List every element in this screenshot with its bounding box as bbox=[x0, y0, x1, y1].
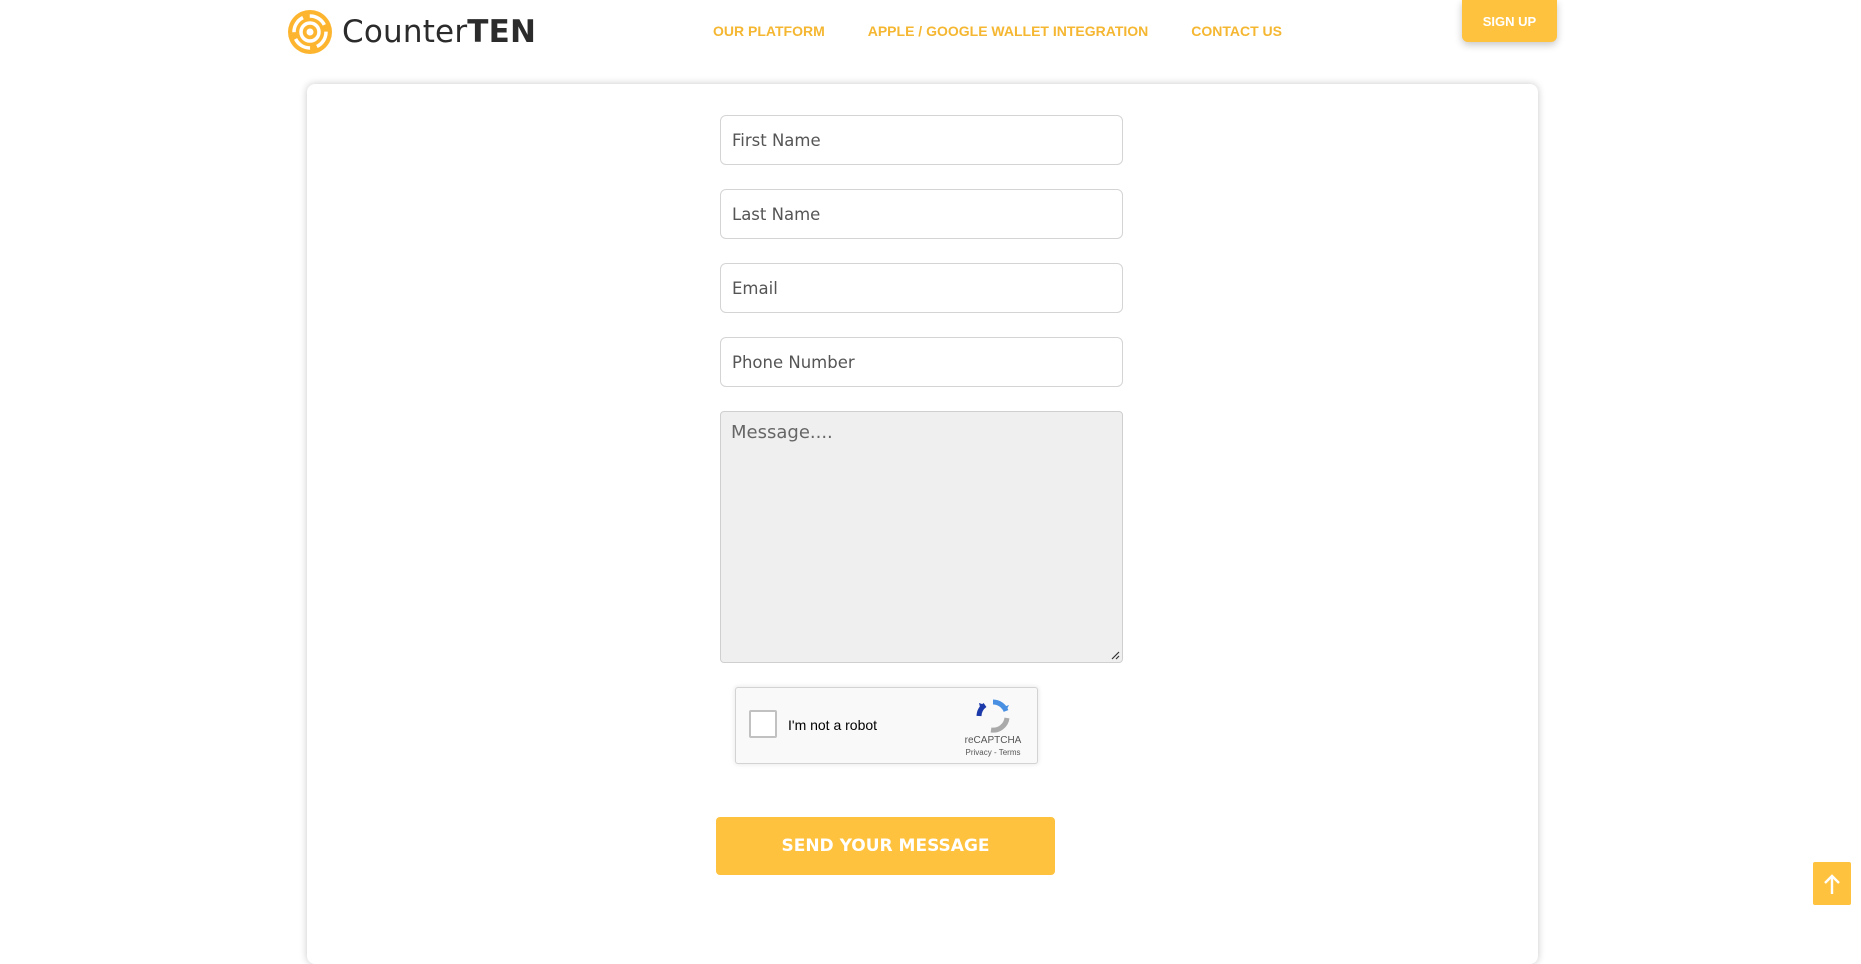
main-nav: OUR PLATFORM APPLE / GOOGLE WALLET INTEG… bbox=[713, 23, 1325, 39]
site-header: CounterTEN OUR PLATFORM APPLE / GOOGLE W… bbox=[0, 0, 1861, 70]
sign-up-button[interactable]: SIGN UP bbox=[1462, 0, 1557, 42]
recaptcha-checkbox[interactable] bbox=[749, 710, 777, 738]
recaptcha-brand: reCAPTCHA bbox=[964, 735, 1022, 746]
nav-wallet-integration[interactable]: APPLE / GOOGLE WALLET INTEGRATION bbox=[868, 23, 1149, 39]
first-name-placeholder: First Name bbox=[732, 130, 821, 150]
arrow-up-icon bbox=[1824, 873, 1840, 894]
last-name-placeholder: Last Name bbox=[732, 204, 821, 224]
email-placeholder: Email bbox=[732, 278, 778, 298]
send-message-button[interactable]: SEND YOUR MESSAGE bbox=[716, 817, 1055, 875]
resize-handle-icon[interactable] bbox=[1110, 650, 1120, 660]
first-name-input[interactable]: First Name bbox=[720, 115, 1123, 165]
phone-placeholder: Phone Number bbox=[732, 352, 855, 372]
nav-contact-us[interactable]: CONTACT US bbox=[1191, 23, 1282, 39]
nav-our-platform[interactable]: OUR PLATFORM bbox=[713, 23, 825, 39]
recaptcha-links[interactable]: Privacy - Terms bbox=[955, 748, 1031, 757]
logo[interactable]: CounterTEN bbox=[286, 7, 536, 57]
last-name-input[interactable]: Last Name bbox=[720, 189, 1123, 239]
logo-text-regular: Counter bbox=[342, 14, 468, 50]
recaptcha-icon bbox=[976, 699, 1010, 733]
logo-text-bold: TEN bbox=[467, 14, 537, 50]
logo-text: CounterTEN bbox=[342, 14, 536, 50]
recaptcha-label: I'm not a robot bbox=[788, 717, 878, 733]
counterten-logo-icon bbox=[288, 10, 332, 54]
phone-number-input[interactable]: Phone Number bbox=[720, 337, 1123, 387]
scroll-to-top-button[interactable] bbox=[1813, 862, 1851, 905]
email-input[interactable]: Email bbox=[720, 263, 1123, 313]
message-placeholder: Message.... bbox=[731, 422, 833, 443]
message-textarea[interactable]: Message.... bbox=[720, 411, 1123, 663]
recaptcha-widget: I'm not a robot reCAPTCHA Privacy - Term… bbox=[735, 687, 1038, 764]
